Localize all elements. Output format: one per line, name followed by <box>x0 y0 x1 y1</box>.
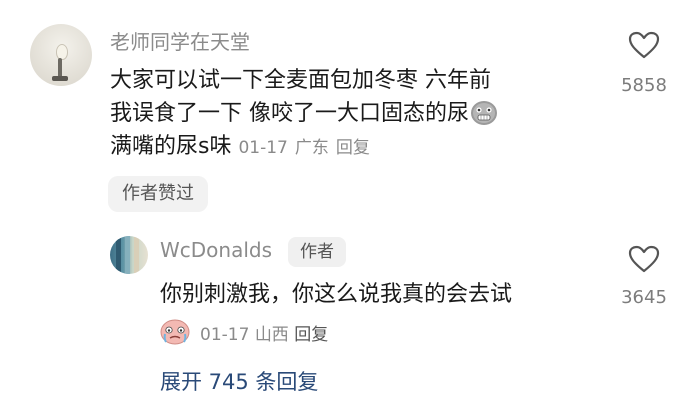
comment-line-3: 满嘴的尿s味 01-17 广东 回复 <box>110 130 590 165</box>
reply-meta: 01-17 山西 回复 <box>200 320 328 345</box>
author-tag: 作者 <box>288 237 346 267</box>
reply-date: 01-17 <box>200 325 250 345</box>
comment-content: 大家可以试一下全麦面包加冬枣 六年前 我误食了一下 像咬了一大口固态的尿 满嘴的… <box>110 64 590 165</box>
heart-outline-icon[interactable] <box>627 30 661 60</box>
reply-like-count: 3645 <box>621 287 667 308</box>
reply-username[interactable]: WcDonalds <box>160 238 272 262</box>
comment-location: 广东 <box>294 138 329 158</box>
comment-line-3-text: 满嘴的尿s味 <box>110 134 232 159</box>
reply-avatar[interactable] <box>110 236 148 274</box>
comment-line-1: 大家可以试一下全麦面包加冬枣 六年前 <box>110 68 491 93</box>
comment-reply-button[interactable]: 回复 <box>336 138 370 158</box>
comment-line-2-text: 我误食了一下 像咬了一大口固态的尿 <box>110 101 469 126</box>
crying-face-icon <box>160 319 190 345</box>
comment-line-2: 我误食了一下 像咬了一大口固态的尿 <box>110 97 590 130</box>
reply-content: 你别刺激我，你这么说我真的会去试 <box>160 282 513 307</box>
avatar-lamp-base <box>52 76 68 81</box>
avatar-stripe <box>125 236 130 274</box>
avatar-stripe <box>134 236 139 274</box>
heart-outline-icon[interactable] <box>627 244 661 274</box>
author-liked-badge: 作者赞过 <box>108 176 208 212</box>
expand-replies-link[interactable]: 展开 745 条回复 <box>160 366 318 396</box>
comment-like-count: 5858 <box>621 75 667 96</box>
reply-reply-button[interactable]: 回复 <box>294 325 328 345</box>
grimace-face-icon <box>471 101 497 125</box>
avatar-stripe <box>116 236 121 274</box>
avatar-lamp-arm <box>58 58 62 78</box>
user-avatar[interactable] <box>30 24 92 86</box>
comment-username[interactable]: 老师同学在天堂 <box>110 26 250 55</box>
comment-date: 01-17 <box>238 138 288 158</box>
reply-location: 山西 <box>254 325 289 345</box>
